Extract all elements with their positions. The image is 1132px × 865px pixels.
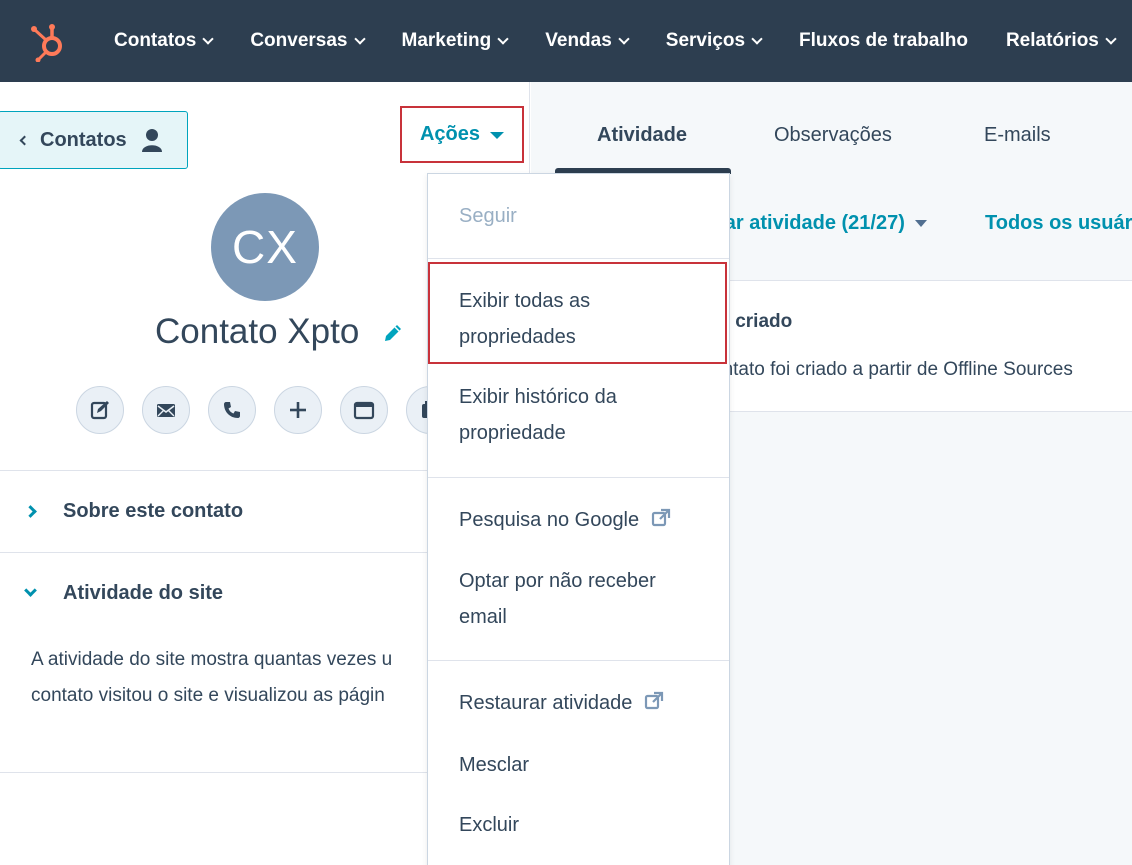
site-activity-description: A atividade do site mostra quantas vezes…: [31, 642, 431, 714]
nav-item-label: Conversas: [250, 30, 348, 51]
section-title: Sobre este contato: [63, 500, 244, 522]
record-tabs: Atividade Observações E-mails: [531, 82, 1132, 174]
tab-observacoes[interactable]: Observações: [774, 124, 892, 147]
section-title: Atividade do site: [63, 582, 224, 604]
menu-item-restore-activity[interactable]: Restaurar atividade: [459, 685, 664, 721]
nav-item-vendas[interactable]: Vendas: [545, 30, 630, 52]
menu-item-label: Optar por não receber: [459, 570, 656, 592]
menu-item-delete[interactable]: Excluir: [459, 807, 519, 843]
chevron-down-icon: [751, 33, 763, 45]
filter-users-dropdown[interactable]: Todos os usuári: [985, 212, 1132, 235]
nav-item-conversas[interactable]: Conversas: [250, 30, 366, 52]
menu-item-merge[interactable]: Mesclar: [459, 747, 529, 783]
menu-item-google-search[interactable]: Pesquisa no Google: [459, 502, 671, 538]
menu-divider: [428, 258, 729, 259]
menu-item-view-all-properties[interactable]: Exibir todas as propriedades: [459, 283, 590, 355]
note-button[interactable]: [76, 386, 124, 434]
back-to-contacts-button[interactable]: Contatos: [0, 111, 188, 169]
tab-atividade[interactable]: Atividade: [597, 124, 687, 147]
section-site-activity-toggle[interactable]: Atividade do site: [24, 582, 224, 605]
call-button[interactable]: [208, 386, 256, 434]
activity-body: ontato foi criado a partir de Offline So…: [712, 359, 1073, 380]
chevron-down-icon: [497, 33, 509, 45]
meeting-button[interactable]: [340, 386, 388, 434]
menu-item-label: Restaurar atividade: [459, 692, 633, 714]
person-icon: [141, 129, 162, 152]
phone-icon: [224, 402, 240, 418]
activity-card[interactable]: to criado ontato foi criado a partir de …: [711, 280, 1132, 412]
chevron-down-icon: [618, 33, 630, 45]
description-line: contato visitou o site e visualizou as p…: [31, 685, 385, 706]
note-icon: [90, 401, 109, 420]
actions-dropdown-button[interactable]: Ações: [400, 106, 524, 163]
external-link-icon: [644, 691, 664, 710]
chevron-down-icon: [1105, 33, 1117, 45]
nav-item-label: Vendas: [545, 30, 612, 51]
caret-down-icon: [490, 132, 505, 139]
nav-item-fluxos[interactable]: Fluxos de trabalho: [799, 30, 968, 52]
nav-item-marketing[interactable]: Marketing: [401, 30, 509, 52]
nav-item-contatos[interactable]: Contatos: [114, 30, 214, 52]
chevron-down-icon: [202, 33, 214, 45]
tab-emails[interactable]: E-mails: [984, 124, 1051, 147]
chevron-right-icon: [24, 505, 37, 518]
edit-pencil-icon[interactable]: [382, 322, 404, 344]
caret-down-icon: [914, 220, 927, 228]
description-line: A atividade do site mostra quantas vezes…: [31, 649, 393, 670]
nav-item-relatorios[interactable]: Relatórios: [1005, 30, 1117, 52]
menu-item-label: email: [459, 606, 507, 628]
filter-label: rar atividade (21/27): [717, 212, 905, 234]
menu-item-opt-out-email[interactable]: Optar por não receber email: [459, 563, 656, 635]
menu-item-follow[interactable]: Seguir: [459, 198, 517, 234]
menu-item-label: propriedades: [459, 326, 576, 348]
email-icon: [157, 404, 175, 417]
quick-actions: [76, 386, 454, 434]
menu-divider: [428, 477, 729, 478]
nav-item-label: Contatos: [114, 30, 197, 51]
add-button[interactable]: [274, 386, 322, 434]
email-button[interactable]: [142, 386, 190, 434]
plus-icon: [290, 402, 306, 418]
actions-dropdown-menu: Seguir Exibir todas as propriedades Exib…: [427, 173, 730, 865]
chevron-left-icon: [19, 135, 30, 145]
external-link-icon: [651, 508, 670, 527]
section-about-toggle[interactable]: Sobre este contato: [24, 500, 244, 523]
menu-item-label: Exibir histórico da: [459, 386, 617, 408]
nav-item-label: Fluxos de trabalho: [799, 30, 968, 51]
nav-item-label: Serviços: [665, 30, 746, 51]
back-button-label: Contatos: [40, 128, 127, 151]
hubspot-logo-icon[interactable]: [28, 22, 68, 62]
menu-item-label: Pesquisa no Google: [459, 509, 640, 531]
menu-item-label: propriedade: [459, 422, 566, 444]
menu-divider: [428, 660, 729, 661]
contact-name: Contato Xpto: [155, 312, 360, 351]
meeting-icon: [353, 401, 375, 420]
chevron-down-icon: [353, 33, 366, 45]
top-navigation: Contatos Conversas Marketing Vendas Serv…: [0, 0, 1132, 82]
nav-item-label: Marketing: [401, 30, 492, 51]
menu-item-property-history[interactable]: Exibir histórico da propriedade: [459, 379, 617, 451]
nav-item-label: Relatórios: [1005, 30, 1099, 51]
nav-menu: Contatos Conversas Marketing Vendas Serv…: [114, 0, 1132, 82]
chevron-down-icon: [24, 584, 37, 597]
actions-label: Ações: [419, 123, 481, 145]
nav-item-servicos[interactable]: Serviços: [665, 30, 763, 52]
menu-item-label: Exibir todas as: [459, 290, 591, 312]
avatar[interactable]: CX: [211, 193, 319, 301]
filter-activity-dropdown[interactable]: rar atividade (21/27): [717, 212, 927, 235]
